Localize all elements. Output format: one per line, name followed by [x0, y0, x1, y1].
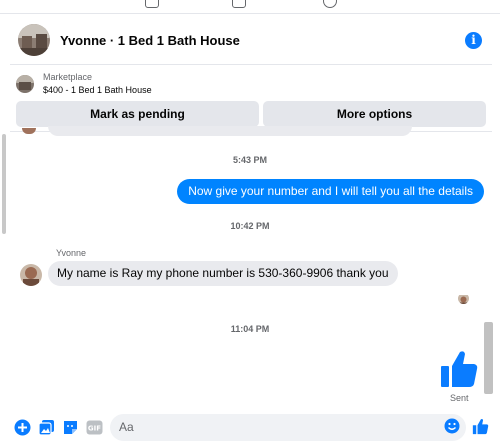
emoji-icon[interactable]	[444, 418, 460, 434]
message-scrollbar[interactable]	[484, 134, 494, 404]
info-icon[interactable]: i	[465, 32, 482, 49]
message-timestamp: 5:43 PM	[232, 155, 267, 165]
photo-icon[interactable]	[38, 419, 55, 436]
message-composer: GIF Aa	[0, 408, 500, 447]
message-timestamp: 10:42 PM	[230, 221, 270, 231]
more-options-button[interactable]: More options	[263, 101, 486, 127]
listing-thumbnail[interactable]	[16, 75, 34, 93]
left-scrollbar[interactable]	[2, 134, 6, 234]
sender-name: Yvonne	[56, 248, 87, 258]
message-timestamp: 11:04 PM	[230, 324, 270, 334]
top-toolbar-strip	[0, 0, 500, 14]
plus-icon[interactable]	[14, 419, 31, 436]
message-input[interactable]: Aa	[110, 414, 466, 441]
previous-message-bubble	[48, 126, 412, 136]
marketplace-label: Marketplace	[43, 72, 93, 82]
avatar[interactable]	[20, 264, 42, 286]
gif-icon[interactable]: GIF	[86, 419, 103, 436]
svg-text:GIF: GIF	[88, 425, 101, 433]
marketplace-listing-card: Marketplace $400 - 1 Bed 1 Bath House Ma…	[10, 64, 492, 132]
toolbar-icon[interactable]	[232, 0, 246, 8]
sticker-icon[interactable]	[62, 419, 79, 436]
mark-as-pending-button[interactable]: Mark as pending	[16, 101, 259, 127]
conversation-title[interactable]: Yvonne · 1 Bed 1 Bath House	[60, 33, 240, 48]
avatar[interactable]	[18, 24, 50, 56]
outgoing-message[interactable]: Now give your number and I will tell you…	[177, 179, 484, 204]
thumbs-up-icon[interactable]	[472, 418, 489, 435]
conversation-header: Yvonne · 1 Bed 1 Bath House i	[6, 15, 494, 65]
sent-status: Sent	[450, 393, 469, 403]
incoming-message[interactable]: My name is Ray my phone number is 530-36…	[48, 261, 398, 286]
thumbs-up-icon[interactable]	[440, 349, 478, 389]
avatar	[22, 128, 36, 134]
listing-price-title[interactable]: $400 - 1 Bed 1 Bath House	[43, 84, 152, 97]
toolbar-icon[interactable]	[323, 0, 337, 8]
toolbar-icon[interactable]	[145, 0, 159, 8]
read-receipt-avatar	[458, 293, 469, 304]
